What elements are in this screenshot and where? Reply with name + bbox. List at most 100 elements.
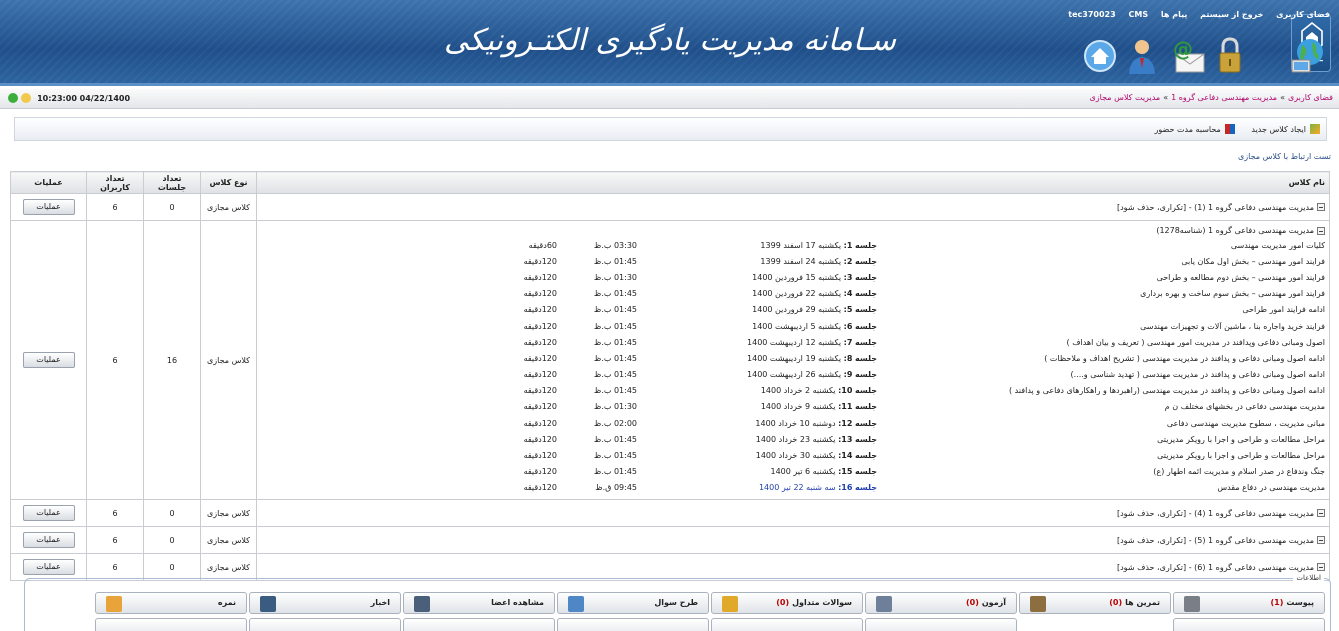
email-icon[interactable]: @ [1168,34,1208,76]
class-name[interactable]: مدیریت مهندسی دفاعی گروه 1 (1) - [تکراری… [1117,203,1314,212]
operations-button[interactable]: عملیات [22,505,75,521]
expand-toggle-icon[interactable] [1317,536,1325,544]
module-button-6[interactable]: اخبار [249,592,401,614]
menu-cms[interactable]: CMS [1128,10,1148,19]
operations-button[interactable]: عملیات [22,559,75,575]
module-button-3[interactable]: سوالات متداول(0) [711,592,863,614]
class-name-cell: مدیریت مهندسی دفاعی گروه 1 (شناسه1278) ک… [256,220,1330,500]
session-count: 0 [143,526,201,554]
new-class-button[interactable]: ایجاد کلاس جدید [1251,124,1320,134]
refresh-icon[interactable] [8,93,18,103]
session-topic: مراحل مطالعات و طراحی و اجرا با رویکر مد… [1157,451,1325,461]
module-button-row2[interactable] [403,618,555,631]
session-time: 01:45 ب.ظ [593,256,637,266]
expand-toggle-icon[interactable] [1317,203,1325,211]
menu-user-space[interactable]: فضای کاربری [1276,10,1330,19]
session-duration: 120دقیقه [523,418,557,428]
module-name: آزمون [981,598,1006,607]
lock-icon[interactable] [1210,34,1250,76]
session-time: 01:30 ب.ظ [593,402,637,412]
session-info[interactable]: جلسه 2: یکشنبه 24 اسفند 1399 [637,257,877,266]
module-label: نمره [218,598,236,607]
class-name[interactable]: مدیریت مهندسی دفاعی گروه 1 (4) - [تکراری… [1117,509,1314,518]
session-label: جلسه [854,418,877,428]
breadcrumb-course[interactable]: مدیریت مهندسی دفاعی گروه 1 [1171,93,1277,102]
session-row: مدیریت مهندسی دفاعی در بخشهای مختلف ن م ج… [261,399,1325,415]
module-button-row2[interactable] [1173,618,1325,631]
session-date: یکشنبه 9 خرداد 1400 [760,402,836,412]
chart-icon [1224,124,1235,134]
module-button-2[interactable]: آزمون(0) [865,592,1017,614]
session-row: مراحل مطالعات و طراحی و اجرا با رویکر مد… [261,431,1325,447]
session-info[interactable]: جلسه 11: یکشنبه 9 خرداد 1400 [637,402,877,411]
collapse-toggle-icon[interactable] [1317,226,1325,235]
class-name[interactable]: مدیریت مهندسی دفاعی گروه 1 (6) - [تکراری… [1117,563,1314,572]
paperclip-icon [1184,596,1200,612]
menu-logout[interactable]: خروج از سیستم [1200,10,1263,19]
table-row: مدیریت مهندسی دفاعی گروه 1 (4) - [تکراری… [10,499,1330,527]
session-info[interactable]: جلسه 5: یکشنبه 29 فروردین 1400 [637,305,877,314]
test-connection-link[interactable]: تست ارتباط با کلاس مجازی [1238,152,1331,161]
operations-button[interactable]: عملیات [22,532,75,548]
module-button-1[interactable]: تمرین ها(0) [1019,592,1171,614]
session-count: 0 [143,499,201,527]
breadcrumb-user-space[interactable]: فضای کاربری [1288,93,1333,102]
module-button-4[interactable]: طرح سوال [557,592,709,614]
expand-toggle-icon[interactable] [1317,509,1325,517]
module-button-row2[interactable] [865,618,1017,631]
session-info[interactable]: جلسه 1: یکشنبه 17 اسفند 1399 [637,241,877,250]
session-info[interactable]: جلسه 7: یکشنبه 12 اردیبهشت 1400 [637,338,877,347]
session-info[interactable]: جلسه 15: یکشنبه 6 تیر 1400 [637,467,877,476]
module-button-5[interactable]: مشاهده اعضا [403,592,555,614]
module-button-row2[interactable] [249,618,401,631]
menu-messages[interactable]: پیام ها [1161,10,1187,19]
session-label: جلسه [854,240,877,250]
module-button-row2[interactable] [95,618,247,631]
menu-username[interactable]: tec370023 [1068,10,1115,19]
operations-button[interactable]: عملیات [22,352,75,368]
session-info[interactable]: جلسه 3: یکشنبه 15 فروردین 1400 [637,273,877,282]
session-duration: 60دقیقه [528,240,557,250]
session-info[interactable]: جلسه 12: دوشنبه 10 خرداد 1400 [637,419,877,428]
module-name: تمرین ها [1125,598,1160,607]
session-info[interactable]: جلسه 8: یکشنبه 19 اردیبهشت 1400 [637,354,877,363]
operations-button[interactable]: عملیات [22,199,75,215]
session-topic: مدیریت مهندسی دفاعی در بخشهای مختلف ن م [1164,402,1325,412]
session-info[interactable]: جلسه 16: سه شنبه 22 تیر 1400 [637,483,877,492]
session-info[interactable]: جلسه 14: یکشنبه 30 خرداد 1400 [637,451,877,460]
header-sessions: تعداد جلسات [143,171,201,194]
module-name: مشاهده اعضا [491,598,544,607]
module-button-row2[interactable] [557,618,709,631]
session-duration: 120دقیقه [523,256,557,266]
session-time: 03:30 ب.ظ [593,240,637,250]
ops-cell: عملیات [10,499,87,527]
module-count: (0) [1109,598,1123,607]
class-name[interactable]: مدیریت مهندسی دفاعی گروه 1 (5) - [تکراری… [1117,536,1314,545]
notification-icon[interactable] [20,93,31,103]
home-icon[interactable] [1080,34,1120,76]
session-info[interactable]: جلسه 6: یکشنبه 5 اردیبهشت 1400 [637,322,877,331]
attendance-button[interactable]: محاسبه مدت حضور [1155,124,1235,134]
session-topic: فرایند امور مهندسی – بخش دوم مطالعه و طر… [1156,272,1325,282]
module-label: اخبار [371,598,390,607]
session-info[interactable]: جلسه 4: یکشنبه 22 فروردین 1400 [637,289,877,298]
session-info[interactable]: جلسه 13: یکشنبه 23 خرداد 1400 [637,435,877,444]
class-name[interactable]: مدیریت مهندسی دفاعی گروه 1 (شناسه1278) [1156,226,1314,235]
datetime-text: 10:23:00 04/22/1400 [37,93,131,103]
user-icon[interactable] [1122,34,1162,76]
module-label: طرح سوال [654,598,698,607]
module-button-7[interactable]: نمره [95,592,247,614]
globe-icon[interactable] [1288,34,1328,76]
user-count: 6 [86,526,144,554]
module-button-0[interactable]: پیوست(1) [1173,592,1325,614]
session-label: جلسه [854,337,877,347]
session-duration: 120دقیقه [523,370,557,380]
session-info[interactable]: جلسه 9: یکشنبه 26 اردیبهشت 1400 [637,370,877,379]
expand-toggle-icon[interactable] [1317,563,1325,571]
breadcrumb-separator: » [1280,93,1285,102]
breadcrumb-bar: فضای کاربری»مدیریت مهندسی دفاعی گروه 1»م… [0,89,1339,109]
datetime-display: 10:23:00 04/22/1400 [8,93,208,107]
session-info[interactable]: جلسه 10: یکشنبه 2 خرداد 1400 [637,386,877,395]
session-date: یکشنبه 23 خرداد 1400 [755,434,836,444]
module-button-row2[interactable] [711,618,863,631]
